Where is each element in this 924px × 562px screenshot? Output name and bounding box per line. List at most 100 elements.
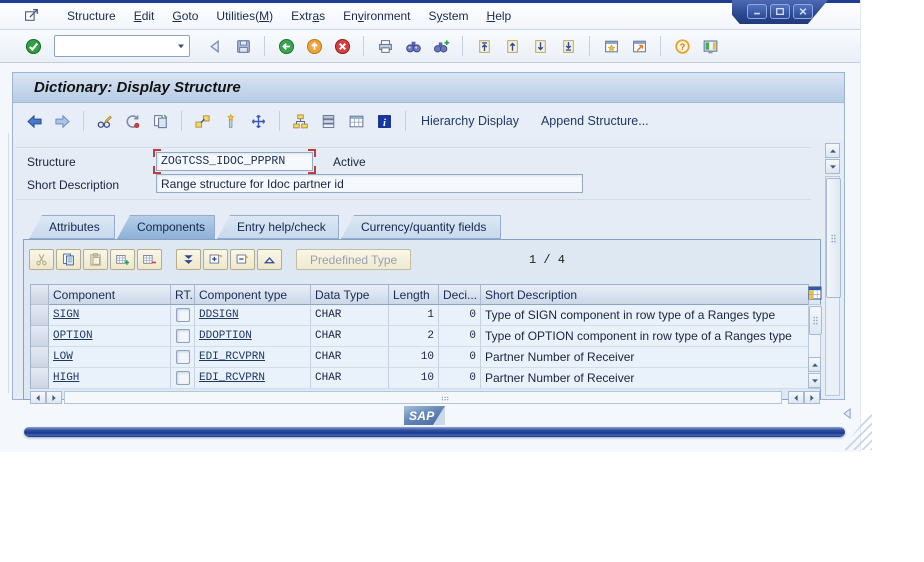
command-input[interactable] (55, 38, 173, 54)
move-up-icon[interactable] (257, 249, 282, 270)
component-link[interactable]: OPTION (53, 330, 93, 342)
back-triangle-icon[interactable] (204, 35, 226, 57)
component-link[interactable]: HIGH (53, 372, 79, 384)
scroll-left-icon[interactable] (788, 391, 804, 404)
menu-edit[interactable]: Edit (125, 7, 164, 25)
command-dropdown-icon[interactable] (173, 37, 189, 55)
stacked-view-icon[interactable] (317, 110, 340, 132)
row-selector[interactable] (31, 347, 49, 368)
rt-checkbox[interactable] (175, 371, 190, 385)
maximize-button[interactable] (770, 4, 790, 19)
scroll-down-icon[interactable] (825, 159, 840, 174)
help-icon[interactable]: ? (671, 35, 693, 57)
scroll-right-icon[interactable] (46, 391, 62, 404)
nav-back-icon[interactable] (275, 35, 297, 57)
component-link[interactable]: SIGN (53, 309, 79, 321)
table-vertical-scrollbar[interactable] (808, 304, 822, 389)
forward-arrow-icon[interactable] (51, 110, 74, 132)
print-icon[interactable] (374, 35, 396, 57)
menu-extras[interactable]: Extras (282, 7, 334, 25)
new-session-icon[interactable] (600, 35, 622, 57)
short-description-field[interactable]: Range structure for Idoc partner id (156, 174, 583, 193)
rt-checkbox[interactable] (175, 308, 190, 322)
expand-line-icon[interactable] (203, 249, 228, 270)
append-structure-button[interactable]: Append Structure... (530, 111, 660, 131)
main-vertical-scrollbar[interactable] (825, 143, 841, 396)
component-link[interactable]: LOW (53, 351, 73, 363)
table-horizontal-scrollbar[interactable] (30, 391, 822, 404)
next-page-icon[interactable] (529, 35, 551, 57)
component-type-link[interactable]: EDI_RCVPRN (199, 372, 265, 384)
tab-attributes[interactable]: Attributes (29, 215, 115, 239)
refresh-icon[interactable] (121, 110, 144, 132)
rt-checkbox[interactable] (175, 350, 190, 364)
table-view-icon[interactable] (345, 110, 368, 132)
sap-logo-text: SAP (409, 408, 435, 423)
menu-help[interactable]: Help (478, 7, 521, 25)
navigate-icon[interactable] (247, 110, 270, 132)
info-icon[interactable]: i (373, 110, 396, 132)
system-menu-icon[interactable] (24, 7, 44, 25)
copy-icon[interactable] (56, 249, 81, 270)
component-type-link[interactable]: EDI_RCVPRN (199, 351, 265, 363)
find-next-icon[interactable] (430, 35, 452, 57)
delete-row-icon[interactable] (137, 249, 162, 270)
tab-entry-help-check[interactable]: Entry help/check (217, 215, 339, 239)
customize-layout-icon[interactable] (699, 35, 721, 57)
cell-decimals: 0 (439, 305, 481, 326)
row-selector[interactable] (31, 368, 49, 389)
cut-icon (29, 249, 54, 270)
first-page-icon[interactable] (473, 35, 495, 57)
scroll-track[interactable] (825, 176, 841, 396)
close-button[interactable] (793, 4, 813, 19)
table-scroll-thumb[interactable] (809, 306, 822, 335)
scroll-left-icon[interactable] (30, 391, 46, 404)
application-toolbar: i Hierarchy Display Append Structure... (13, 103, 844, 139)
menu-goto[interactable]: Goto (163, 7, 207, 25)
where-used-icon[interactable] (191, 110, 214, 132)
insert-row-icon[interactable] (110, 249, 135, 270)
table-configuration-icon[interactable] (808, 285, 822, 301)
focus-corner (153, 166, 161, 174)
menu-system[interactable]: System (420, 7, 478, 25)
select-all-icon[interactable] (176, 249, 201, 270)
find-icon[interactable] (402, 35, 424, 57)
component-type-link[interactable]: DDOPTION (199, 330, 252, 342)
collapse-status-icon[interactable] (840, 406, 856, 422)
save-icon[interactable] (232, 35, 254, 57)
back-arrow-icon[interactable] (23, 110, 46, 132)
scroll-right-icon[interactable] (804, 391, 820, 404)
menu-utilities-m[interactable]: Utilities(M) (207, 7, 282, 25)
nav-up-icon[interactable] (303, 35, 325, 57)
main-scroll-thumb[interactable] (826, 178, 841, 298)
rt-checkbox[interactable] (175, 329, 190, 343)
copy-object-icon[interactable] (149, 110, 172, 132)
activate-icon[interactable] (219, 110, 242, 132)
menu-structure[interactable]: Structure (58, 7, 125, 25)
tab-currency-quantity-fields[interactable]: Currency/quantity fields (341, 215, 501, 239)
column-header-component: Component (49, 285, 171, 305)
create-shortcut-icon[interactable] (628, 35, 650, 57)
cancel-icon[interactable] (331, 35, 353, 57)
scroll-down-icon[interactable] (808, 373, 821, 388)
structure-field[interactable]: ZOGTCSS_IDOC_PPPRN (156, 152, 313, 171)
collapse-line-icon[interactable] (230, 249, 255, 270)
row-selector[interactable] (31, 305, 49, 326)
row-selector[interactable] (31, 326, 49, 347)
command-field[interactable] (54, 35, 190, 57)
structure-field-focus: ZOGTCSS_IDOC_PPPRN (153, 149, 316, 174)
hierarchy-display-button[interactable]: Hierarchy Display (410, 111, 530, 131)
scroll-up-icon[interactable] (825, 143, 840, 158)
predefined-type-button: Predefined Type (296, 249, 412, 270)
last-page-icon[interactable] (557, 35, 579, 57)
display-change-icon[interactable] (93, 110, 116, 132)
previous-page-icon[interactable] (501, 35, 523, 57)
enter-icon[interactable] (22, 35, 44, 57)
scroll-track[interactable] (64, 391, 782, 404)
tab-components[interactable]: Components (117, 215, 215, 239)
component-type-link[interactable]: DDSIGN (199, 309, 239, 321)
minimize-button[interactable] (747, 4, 767, 19)
menu-environment[interactable]: Environment (334, 7, 419, 25)
scroll-up-icon[interactable] (808, 357, 821, 372)
hierarchy-icon[interactable] (289, 110, 312, 132)
